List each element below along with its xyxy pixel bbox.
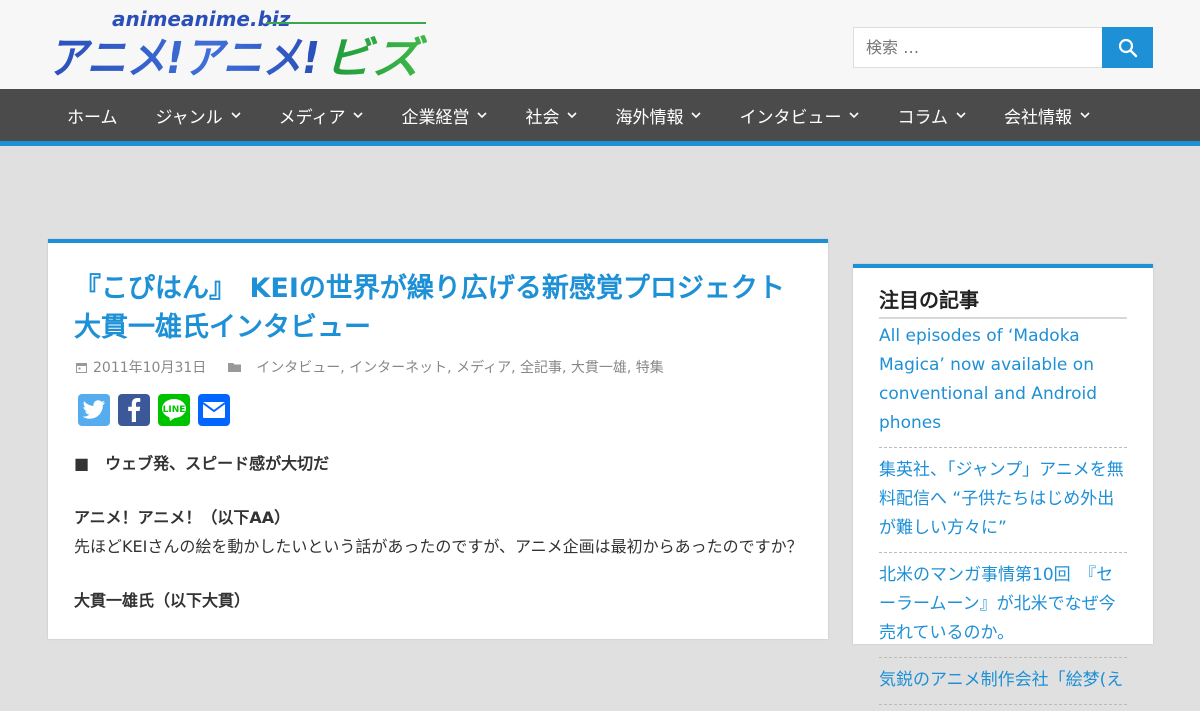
nav-list: ホーム ジャンル メディア 企業経営 社会 海外情報 インタビュー コラム 会社情報	[48, 89, 1109, 141]
chevron-down-icon	[477, 111, 488, 119]
chevron-down-icon	[956, 111, 966, 119]
article-date[interactable]: 2011年10月31日	[93, 357, 206, 377]
chevron-down-icon	[849, 111, 860, 119]
article-paragraph: 先ほどKEIさんの絵を動かしたいという話があったのですが、アニメ企画は最初からあ…	[74, 537, 803, 556]
nav-item[interactable]: ホーム	[48, 89, 137, 141]
nav-item-label: 海外情報	[615, 107, 684, 128]
nav-item-label: 会社情報	[1003, 107, 1072, 128]
facebook-share-button[interactable]	[118, 394, 150, 426]
main-nav: ホーム ジャンル メディア 企業経営 社会 海外情報 インタビュー コラム 会社情報	[0, 89, 1200, 141]
nav-item[interactable]: コラム	[878, 89, 985, 141]
nav-item[interactable]: メディア	[260, 89, 383, 141]
search-button[interactable]	[1102, 27, 1153, 68]
chevron-down-icon	[1080, 111, 1090, 119]
speaker-label: 大貫一雄氏（以下大貫）	[74, 591, 251, 610]
nav-item-label: コラム	[897, 107, 948, 128]
email-share-button[interactable]	[198, 394, 230, 426]
featured-article-link[interactable]: All episodes of ‘Madoka Magica’ now avai…	[879, 320, 1127, 448]
chevron-down-icon	[567, 111, 578, 119]
featured-article-link[interactable]: 北米のマンガ事情第10回 『セーラームーン』が北米でなぜ今売れているのか。	[879, 559, 1127, 658]
search-icon	[1118, 38, 1137, 57]
nav-item[interactable]: ジャンル	[137, 89, 260, 141]
chevron-down-icon	[691, 111, 702, 119]
nav-item-label: メディア	[278, 107, 346, 128]
article-card: 『こぴはん』 KEIの世界が繰り広げる新感覚プロジェクト 大貫一雄氏インタビュー…	[48, 239, 828, 639]
speaker-label: アニメ！アニメ！（以下AA）	[74, 508, 291, 527]
site-header: animeanime.biz アニメ!アニメ! ビズ	[0, 0, 1200, 89]
chevron-down-icon	[353, 111, 364, 119]
nav-item[interactable]: インタビュー	[720, 89, 878, 141]
nav-item[interactable]: 会社情報	[985, 89, 1109, 141]
article-body: ■ ウェブ発、スピード感が大切だ アニメ！アニメ！（以下AA） 先ほどKEIさん…	[74, 449, 804, 615]
nav-item[interactable]: 海外情報	[596, 89, 720, 141]
section-heading: ■ ウェブ発、スピード感が大切だ	[74, 454, 330, 473]
svg-text:LINE: LINE	[163, 405, 186, 415]
calendar-icon	[76, 362, 87, 373]
featured-article-link[interactable]: 集英社、「ジャンプ」アニメを無料配信へ “子供たちはじめ外出が難しい方々に”	[879, 454, 1127, 553]
nav-item[interactable]: 社会	[506, 89, 596, 141]
article-title[interactable]: 『こぴはん』 KEIの世界が繰り広げる新感覚プロジェクト 大貫一雄氏インタビュー	[74, 269, 812, 347]
sidebar-title: 注目の記事	[879, 284, 1127, 319]
logo-domain-text: animeanime.biz	[112, 9, 291, 31]
nav-item[interactable]: 企業経営	[382, 89, 506, 141]
twitter-icon	[82, 400, 105, 419]
nav-item-label: インタビュー	[739, 107, 842, 128]
nav-item-label: ホーム	[67, 107, 118, 128]
nav-item-label: ジャンル	[155, 107, 223, 128]
logo-main-text: アニメ!アニメ!	[48, 33, 320, 79]
nav-item-label: 社会	[525, 107, 560, 128]
logo-sub-text: ビズ	[324, 33, 428, 79]
site-logo[interactable]: animeanime.biz アニメ!アニメ! ビズ	[48, 9, 430, 79]
article-meta: 2011年10月31日 インタビュー, インターネット, メディア, 全記事, …	[76, 357, 664, 377]
featured-article-link[interactable]: 気鋭のアニメ制作会社「絵梦(え	[879, 664, 1127, 705]
search-form	[853, 27, 1153, 68]
share-buttons: LINE	[78, 394, 230, 426]
nav-accent-bar	[0, 141, 1200, 146]
featured-list: All episodes of ‘Madoka Magica’ now avai…	[879, 320, 1127, 711]
facebook-icon	[128, 398, 141, 422]
folder-icon	[228, 362, 242, 373]
email-icon	[202, 402, 226, 418]
logo-image: animeanime.biz アニメ!アニメ! ビズ	[48, 9, 428, 79]
nav-item-label: 企業経営	[401, 107, 470, 128]
sidebar-widget: 注目の記事 All episodes of ‘Madoka Magica’ no…	[853, 264, 1153, 705]
search-input[interactable]	[853, 27, 1102, 68]
line-share-button[interactable]: LINE	[158, 394, 190, 426]
twitter-share-button[interactable]	[78, 394, 110, 426]
article-categories[interactable]: インタビュー, インターネット, メディア, 全記事, 大貫一雄, 特集	[256, 357, 664, 377]
chevron-down-icon	[231, 111, 241, 119]
line-icon: LINE	[162, 399, 186, 421]
